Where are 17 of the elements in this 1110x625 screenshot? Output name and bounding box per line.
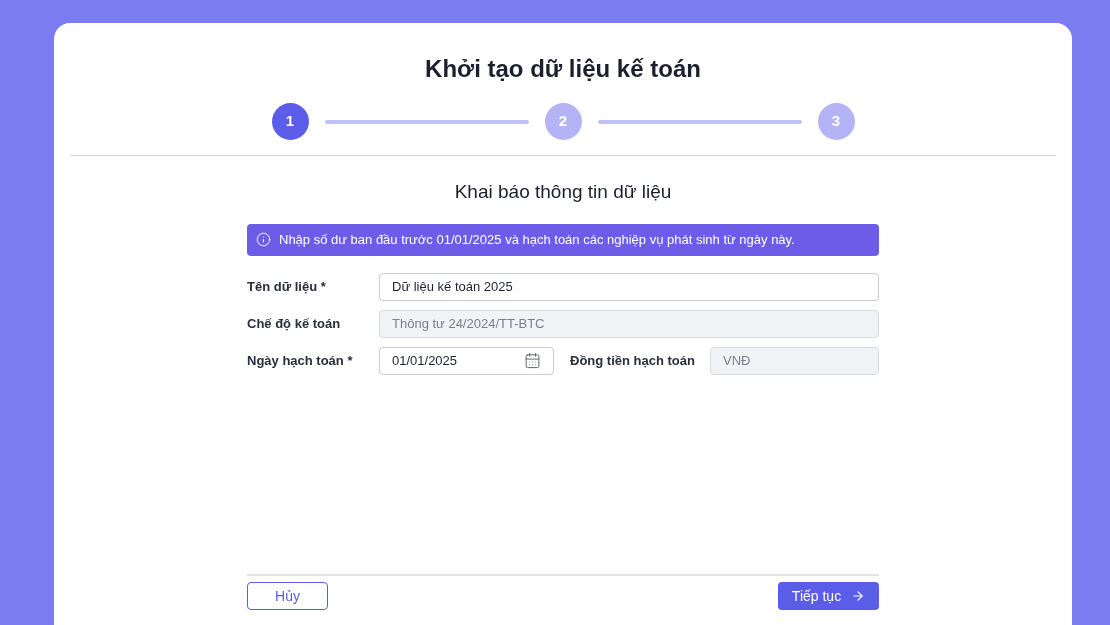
arrow-right-icon: [851, 589, 866, 603]
step-indicator: 1: [271, 103, 309, 140]
field-label: Tên dữ liệu *: [247, 277, 327, 296]
field-label: Ngày hạch toán *: [247, 351, 354, 370]
section-title: Khai báo thông tin dữ liệu: [454, 180, 672, 204]
field-label: Chế độ kế toán: [247, 314, 342, 333]
cancel-button[interactable]: Hủy: [247, 582, 328, 610]
step-indicator: 2: [544, 103, 582, 140]
dialog-title: Khởi tạo dữ liệu kế toán: [425, 54, 701, 84]
text-field[interactable]: 01/01/2025: [379, 346, 554, 375]
calendar-icon[interactable]: [524, 352, 541, 369]
field-label: Đồng tiền hạch toán: [570, 351, 696, 370]
step-indicator: 3: [817, 103, 855, 140]
info-icon: [256, 232, 271, 247]
text-field[interactable]: Dữ liệu kế toán 2025: [379, 272, 879, 301]
next-button[interactable]: Tiếp tục: [778, 582, 879, 610]
notice-text: Nhập số dư ban đầu trước 01/01/2025 và hạch toán các nghiệp vụ phát sinh từ ngày này.: [279, 230, 795, 249]
